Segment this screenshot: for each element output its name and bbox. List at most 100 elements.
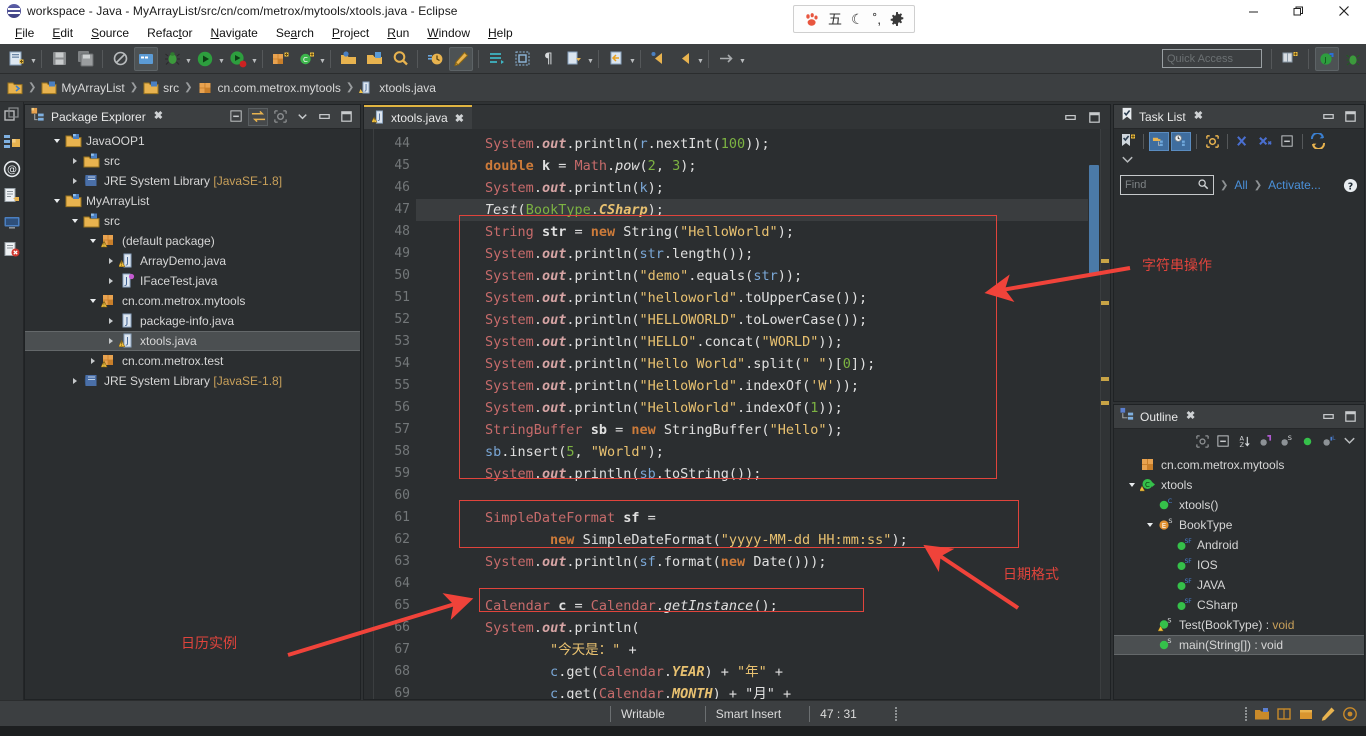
restore-view-icon[interactable] (3, 106, 21, 124)
chevron-down-icon[interactable] (1142, 517, 1158, 533)
editor-annotation-ruler[interactable] (364, 129, 374, 699)
view-menu-icon[interactable] (292, 108, 312, 126)
next-annotation-icon[interactable] (562, 47, 586, 71)
outline-tree-item[interactable]: cn.com.metrox.mytools (1114, 455, 1364, 475)
outline-tree-item[interactable]: Cxtools() (1114, 495, 1364, 515)
schedule-icon[interactable] (1171, 131, 1191, 151)
synchronize-icon[interactable] (1308, 132, 1328, 151)
filter-activate-link[interactable]: Activate... (1268, 178, 1321, 192)
breadcrumb-package[interactable]: cn.com.metrox.mytools (198, 80, 341, 95)
menu-search[interactable]: Search (267, 23, 323, 43)
hide-static-icon[interactable]: S (1277, 432, 1295, 450)
code-line[interactable] (416, 573, 1110, 595)
code-line[interactable]: System.out.println( (416, 617, 1110, 639)
pencil-status-icon[interactable] (1320, 706, 1336, 722)
chevron-down-icon[interactable] (67, 213, 83, 229)
outline-tree-item[interactable]: Smain(String[]) : void (1114, 635, 1364, 655)
package-tree-item[interactable]: J IFaceTest.java (25, 271, 360, 291)
minimize-icon[interactable] (1318, 408, 1338, 426)
prev-annotation-icon[interactable] (604, 47, 628, 71)
chevron-right-icon[interactable] (67, 173, 83, 189)
outline-tree-item[interactable]: S F Android (1114, 535, 1364, 555)
minimize-icon[interactable] (1318, 108, 1338, 126)
open-task-icon[interactable] (362, 47, 386, 71)
outline-tree-item[interactable]: S F JAVA (1114, 575, 1364, 595)
code-line[interactable]: double k = Math.pow(2, 3); (416, 155, 1110, 177)
newclass-dropdown-caret-icon[interactable]: ▼ (319, 49, 326, 69)
new-dropdown-caret-icon[interactable]: ▼ (30, 49, 37, 69)
menu-project[interactable]: Project (323, 23, 378, 43)
chevron-down-icon[interactable] (49, 193, 65, 209)
ime-mode-wubi[interactable]: 五 (828, 12, 842, 26)
chevron-right-icon[interactable] (85, 353, 101, 369)
go-to-icon[interactable] (714, 47, 738, 71)
folder-status-icon[interactable] (1254, 706, 1270, 722)
maximize-button[interactable] (1276, 0, 1321, 22)
menu-refactor[interactable]: Refactor (138, 23, 201, 43)
package-tree-item[interactable]: JavaOOP1 (25, 131, 360, 151)
ime-language-bar[interactable]: 五 ☾ ˚, (793, 5, 916, 33)
chevron-right-icon[interactable] (103, 313, 119, 329)
chevron-right-icon[interactable] (103, 273, 119, 289)
open-type-icon[interactable] (336, 47, 360, 71)
minimize-button[interactable] (1231, 0, 1276, 22)
help-icon[interactable]: ? (1343, 178, 1358, 193)
chevron-down-icon[interactable] (85, 233, 101, 249)
editor-scroll-thumb[interactable] (1089, 165, 1099, 275)
code-line[interactable]: System.out.println("HELLOWORLD".toLowerC… (416, 309, 1110, 331)
menu-edit[interactable]: Edit (43, 23, 82, 43)
package-explorer-tree[interactable]: JavaOOP1 src JRE System Library [JavaSE-1.… (25, 129, 360, 699)
status-drag-handle[interactable] (1245, 706, 1248, 721)
maximize-icon[interactable] (336, 108, 356, 126)
editor-code-text[interactable]: System.out.println(r.nextInt(100)); doub… (416, 129, 1110, 699)
task-list-close-icon[interactable]: ✖ (1194, 111, 1203, 122)
goto-dropdown-caret-icon[interactable]: ▼ (739, 49, 746, 69)
annotation-dropdown-caret-icon[interactable]: ▼ (587, 49, 594, 69)
run-dropdown-caret-icon[interactable]: ▼ (218, 49, 225, 69)
package-tree-item[interactable]: MyArrayList (25, 191, 360, 211)
sort-alphabetically-icon[interactable]: AZ (1235, 432, 1253, 450)
code-line[interactable]: System.out.println("HelloWorld".indexOf(… (416, 397, 1110, 419)
package-explorer-shortcut-icon[interactable] (3, 133, 21, 151)
block-selection-icon[interactable] (510, 47, 534, 71)
chevron-down-icon[interactable] (49, 133, 65, 149)
forward-dropdown-caret-icon[interactable]: ▼ (697, 49, 704, 69)
chevron-down-icon[interactable] (85, 293, 101, 309)
task-list-body[interactable] (1114, 199, 1364, 401)
whitespace-icon[interactable]: ¶ (536, 47, 560, 71)
code-line[interactable]: System.out.println("helloworld".toUpperC… (416, 287, 1110, 309)
expand-all-icon[interactable] (1255, 132, 1275, 151)
quick-access-input[interactable]: Quick Access (1162, 49, 1262, 68)
ime-logo-icon[interactable] (804, 12, 819, 27)
code-line[interactable]: System.out.println(r.nextInt(100)); (416, 133, 1110, 155)
skip-breakpoints-icon[interactable] (484, 47, 508, 71)
code-line[interactable]: "今天是：" + (416, 639, 1110, 661)
view-menu-chevron-icon[interactable] (1120, 153, 1135, 171)
coverage-dropdown-caret-icon[interactable]: ▼ (251, 49, 258, 69)
hide-fields-icon[interactable] (1256, 432, 1274, 450)
hide-local-types-icon[interactable]: L (1319, 432, 1337, 450)
forward-icon[interactable] (672, 47, 696, 71)
breadcrumb-workspace[interactable] (7, 80, 23, 95)
minimize-icon[interactable] (1060, 108, 1080, 126)
package-explorer-header[interactable]: Package Explorer ✖ (25, 105, 360, 129)
code-line[interactable]: System.out.println("Hello World".split("… (416, 353, 1110, 375)
search-icon[interactable] (1197, 178, 1209, 193)
breadcrumb-file[interactable]: J xtools.java (359, 80, 436, 95)
package-tree-item[interactable]: Jpackage-info.java (25, 311, 360, 331)
code-line[interactable]: SimpleDateFormat sf = (416, 507, 1110, 529)
outline-header[interactable]: Outline ✖ (1114, 405, 1364, 429)
chevron-right-icon[interactable] (67, 373, 83, 389)
chevron-right-icon[interactable] (103, 333, 119, 349)
collapse-all-icon[interactable] (226, 108, 246, 126)
package-tree-item[interactable]: J! ArrayDemo.java (25, 251, 360, 271)
book-status-icon[interactable] (1276, 706, 1292, 722)
new-java-project-icon[interactable] (5, 47, 29, 71)
menu-file[interactable]: File (6, 23, 43, 43)
back-icon[interactable] (646, 47, 670, 71)
maximize-icon[interactable] (1340, 108, 1360, 126)
code-line[interactable]: System.out.println(k); (416, 177, 1110, 199)
focus-on-active-icon[interactable] (270, 108, 290, 126)
save-icon[interactable] (47, 47, 71, 71)
menu-source[interactable]: Source (82, 23, 138, 43)
